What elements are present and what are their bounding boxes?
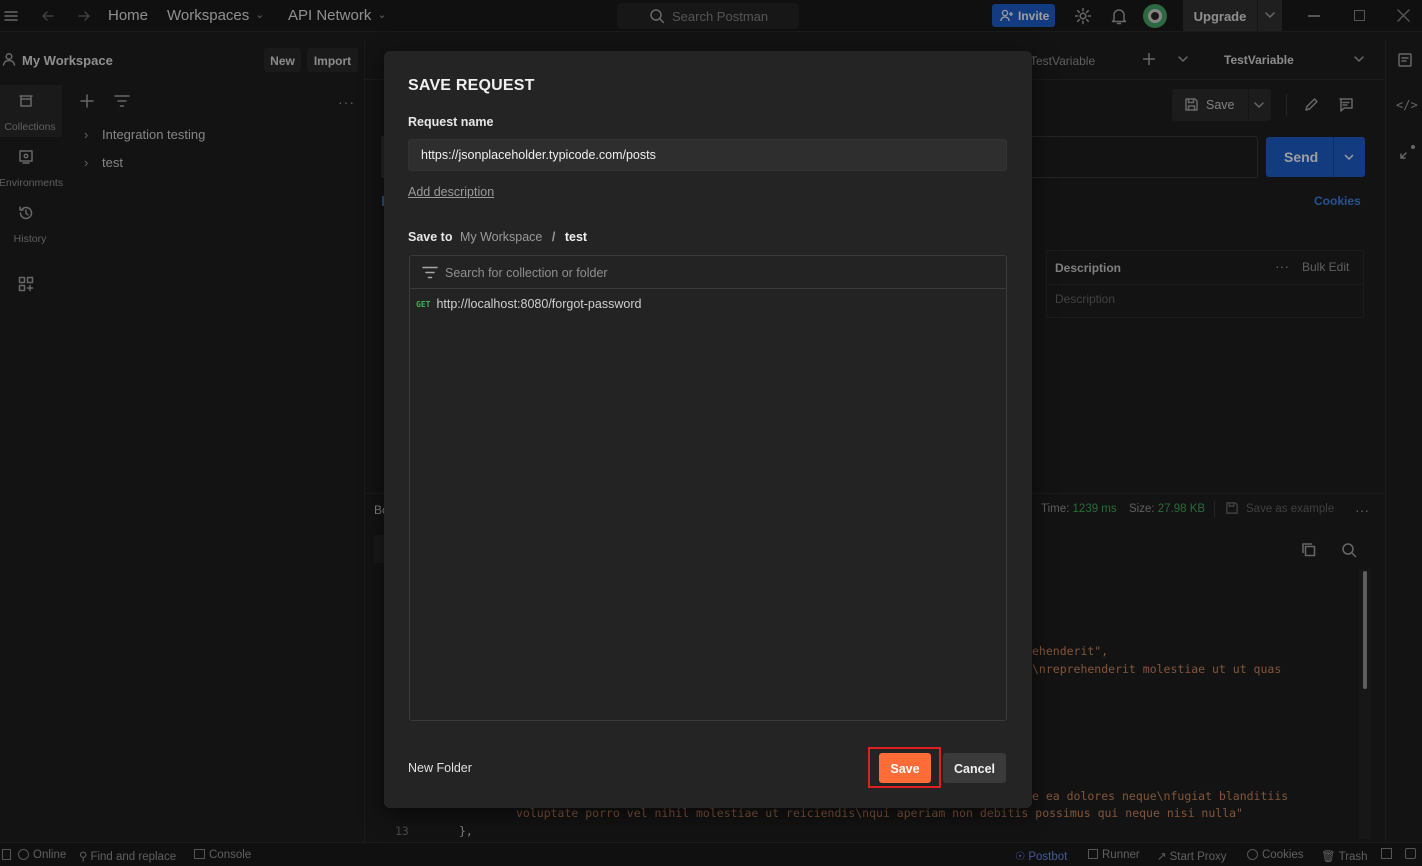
save-request-dialog: SAVE REQUEST Request name Add descriptio… <box>384 51 1032 808</box>
request-name-input[interactable] <box>408 139 1007 171</box>
collection-search-input[interactable]: Search for collection or folder <box>410 256 1006 289</box>
add-description-link[interactable]: Add description <box>408 185 494 199</box>
save-button[interactable]: Save <box>879 753 931 783</box>
breadcrumb-workspace[interactable]: My Workspace <box>460 230 542 244</box>
dialog-title: SAVE REQUEST <box>408 77 535 94</box>
request-method-badge: GET <box>416 300 431 309</box>
new-folder-button[interactable]: New Folder <box>408 761 472 775</box>
request-name-label: Request name <box>408 115 494 129</box>
breadcrumb-separator: / <box>551 230 556 244</box>
save-to-breadcrumb: Save to My Workspace / test <box>408 230 587 244</box>
cancel-button[interactable]: Cancel <box>943 753 1006 783</box>
request-list-item[interactable]: GET http://localhost:8080/forgot-password <box>416 296 641 311</box>
request-url: http://localhost:8080/forgot-password <box>436 297 642 311</box>
filter-icon <box>422 266 438 279</box>
save-to-label: Save to <box>408 230 453 244</box>
collection-browser: Search for collection or folder GET http:… <box>409 255 1007 721</box>
breadcrumb-destination: test <box>564 230 588 244</box>
collection-search-placeholder: Search for collection or folder <box>445 266 608 280</box>
